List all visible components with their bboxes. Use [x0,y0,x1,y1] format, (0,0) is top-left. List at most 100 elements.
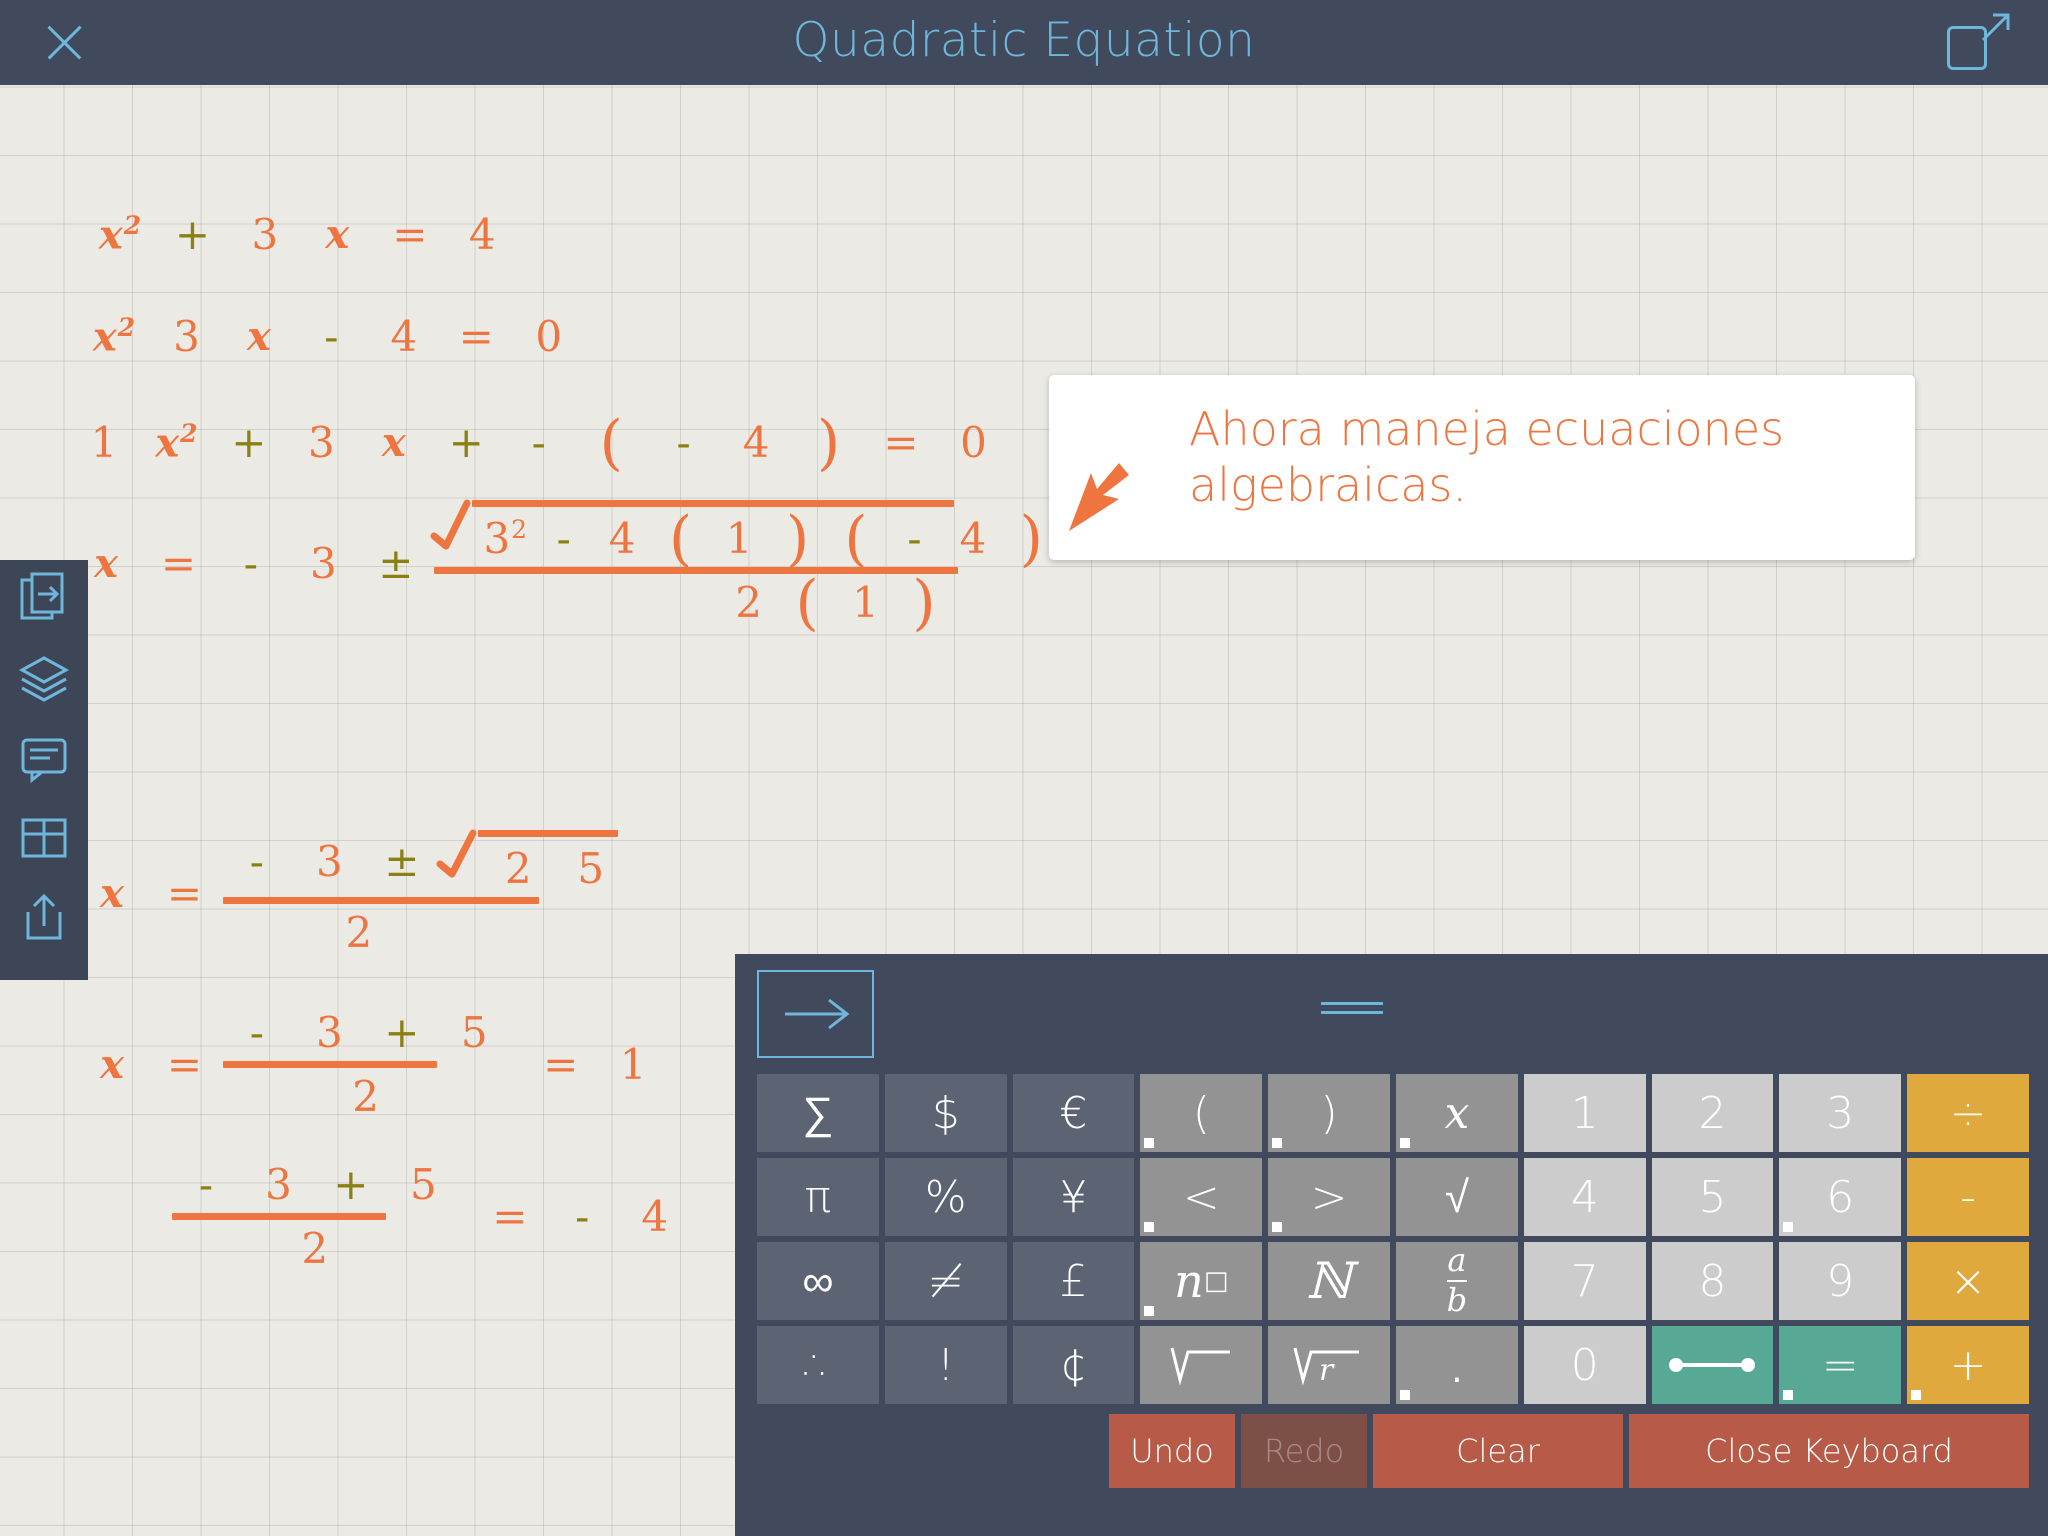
token-plus: + [174,210,211,259]
fraction-numerator: - 3 + 5 [223,1008,508,1057]
key-7[interactable]: 7 [1523,1242,1646,1320]
math-keyboard: ∑ $ €() x 1 2 3 ÷ π% ¥ < > √ 4 5 6- ∞ ≠ £ n □ ℕa b 7 8 9 × ∴! ¢ r · 0 = +… [735,954,2048,1536]
key-8[interactable]: 8 [1651,1242,1774,1320]
arrow-right-icon[interactable] [757,970,874,1058]
equation-line-5[interactable]: x = - 3 ± 2 5 2 [78,829,625,957]
key-1[interactable]: 1 [1523,1074,1646,1152]
equation-line-1[interactable]: x2 + 3 x = 4 [86,210,516,259]
result-fraction: - 3 + 5 2 [222,1008,508,1121]
token-2: 2 [735,578,762,627]
title-bar: Quadratic Equation [0,0,2048,85]
arrow-down-left-icon [1069,463,1129,531]
token-equals: = [492,1192,528,1241]
key-multiply[interactable]: × [1907,1242,2029,1320]
key-not-equal[interactable]: ≠ [884,1242,1007,1320]
radicand: 32 - 4 ( 1 ) ( - 4 ) [434,500,1058,569]
token-paren-close: ) [816,407,841,478]
key-4[interactable]: 4 [1523,1158,1646,1236]
key-line-segment[interactable] [1651,1326,1774,1404]
token-minus: - [531,418,546,467]
key-euro[interactable]: € [1012,1074,1135,1152]
key-divide[interactable]: ÷ [1907,1074,2029,1152]
token-x: x [100,870,124,917]
equation-line-2[interactable]: x2 3 x - 4 = 0 [80,312,583,361]
key-3[interactable]: 3 [1779,1074,1902,1152]
token-minus: - [556,514,571,563]
key-greater-than[interactable]: > [1268,1158,1390,1236]
token-equals: = [166,869,203,918]
key-sqrt[interactable]: √ [1396,1158,1518,1236]
drag-handle-icon[interactable] [1321,1002,1383,1020]
key-power[interactable]: n □ [1140,1242,1263,1320]
token-equals: = [160,539,197,588]
key-9[interactable]: 9 [1779,1242,1902,1320]
key-minus[interactable]: - [1907,1158,2029,1236]
expand-arrow [1981,13,2010,42]
equation-line-6[interactable]: x = - 3 + 5 2 = 1 [78,1008,667,1121]
key-marker-dot [1783,1390,1794,1400]
key-radical-empty[interactable] [1140,1326,1263,1404]
equation-line-4[interactable]: x = - 3 ± 32 - 4 ( 1 ) ( - 4 ) 2 (1) [72,499,1058,638]
key-yen[interactable]: ¥ [1012,1158,1135,1236]
key-equals[interactable]: = [1779,1326,1902,1404]
token-3: 3 [307,418,335,467]
undo-button[interactable]: Undo [1109,1414,1235,1488]
key-x[interactable]: x [1396,1074,1518,1152]
token-paren-close: ) [912,567,936,638]
key-radical-r[interactable]: r [1268,1326,1390,1404]
fraction-bar [222,897,539,904]
clear-button[interactable]: Clear [1373,1414,1623,1488]
key-pi[interactable]: π [757,1158,879,1236]
sidebar-item-notes[interactable] [18,732,70,784]
token-minus: - [249,1008,264,1057]
result-fraction: - 3 + 5 2 [172,1160,457,1273]
token-3: 3 [315,1008,343,1057]
token-x: x2 [98,210,142,259]
key-paren-open[interactable]: ( [1140,1074,1263,1152]
sidebar-item-share[interactable] [18,892,70,944]
close-keyboard-button[interactable]: Close Keyboard [1629,1414,2029,1488]
key-grid: ∑ $ €() x 1 2 3 ÷ π% ¥ < > √ 4 5 6- ∞ ≠ £ n □ ℕa b 7 8 9 × ∴! ¢ r · 0 = + [757,1074,2029,1414]
key-therefore[interactable]: ∴ [757,1326,879,1404]
key-2[interactable]: 2 [1651,1074,1774,1152]
key-less-than[interactable]: < [1140,1158,1263,1236]
key-sigma[interactable]: ∑ [757,1074,879,1152]
key-factorial[interactable]: ! [884,1326,1007,1404]
equation-line-7[interactable]: - 3 + 5 2 = - 4 [172,1160,689,1273]
token-4: 4 [742,418,770,467]
token-equals: = [166,1040,203,1089]
sidebar-item-grid[interactable] [18,812,70,864]
key-marker-dot [1783,1222,1794,1232]
token-plus: + [231,418,267,467]
key-percent[interactable]: % [884,1158,1007,1236]
radical-tick [436,829,477,878]
key-fraction[interactable]: ab [1396,1242,1518,1320]
redo-button[interactable]: Redo [1241,1414,1367,1488]
key-paren-close[interactable]: ) [1268,1074,1390,1152]
key-0[interactable]: 0 [1523,1326,1646,1404]
key-plus[interactable]: + [1907,1326,2029,1404]
token-x: x [381,419,406,466]
key-dollar[interactable]: $ [884,1074,1007,1152]
key-5[interactable]: 5 [1651,1158,1774,1236]
tooltip-callout: Ahora maneja ecuaciones algebraicas. [1049,375,1915,560]
key-pound[interactable]: £ [1012,1242,1135,1320]
token-minus: - [324,312,339,361]
key-variable-n[interactable]: ℕ [1268,1242,1390,1320]
key-6[interactable]: 6 [1779,1158,1902,1236]
token-3: 3 [309,539,337,588]
token-plus: + [384,1008,420,1057]
key-infinity[interactable]: ∞ [757,1242,879,1320]
expand-icon[interactable] [1947,12,2013,72]
sidebar-item-layers[interactable] [18,652,70,704]
equation-line-3[interactable]: 1 x2 + 3 x + - ( - 4 ) = 0 [70,407,1007,478]
result-fraction: - 3 ± 2 5 2 [222,829,625,957]
key-cent[interactable]: ¢ [1012,1326,1135,1404]
token-result-4: 4 [641,1192,669,1241]
token-4: 4 [959,514,987,563]
key-decimal-point[interactable]: · [1396,1326,1518,1414]
key-marker-dot [1400,1138,1410,1148]
tooltip-text: Ahora maneja ecuaciones algebraicas. [1189,402,1785,513]
token-result-1: 1 [619,1040,647,1089]
sidebar-item-new-page[interactable] [18,572,70,624]
